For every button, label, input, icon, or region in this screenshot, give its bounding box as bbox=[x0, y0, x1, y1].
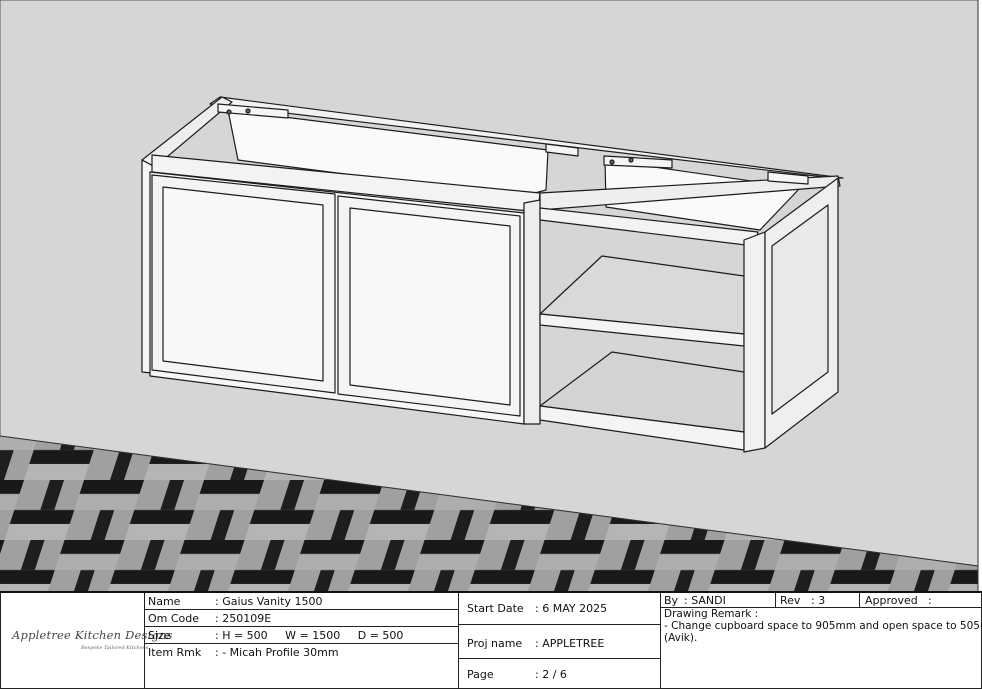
size-value: : H = 500 W = 1500 D = 500 bbox=[215, 629, 404, 642]
item-rmk-label: Item Rmk bbox=[148, 646, 202, 659]
row-item-rmk: Item Rmk : - Micah Profile 30mm bbox=[145, 644, 459, 688]
name-label: Name bbox=[148, 595, 181, 608]
page-label: Page bbox=[467, 668, 494, 681]
screw bbox=[628, 157, 634, 163]
start-date-value: : 6 MAY 2025 bbox=[535, 602, 608, 615]
approved-cell: Approved : bbox=[860, 593, 981, 608]
rev-cell: Rev : 3 bbox=[776, 593, 860, 608]
row-start-date: Start Date : 6 MAY 2025 bbox=[459, 593, 661, 625]
by-cell: By : SANDI bbox=[661, 593, 776, 608]
approved-label: Approved bbox=[865, 594, 918, 607]
page-value: : 2 / 6 bbox=[535, 668, 567, 681]
drawing-remark-line1: - Change cupboard space to 905mm and ope… bbox=[664, 620, 982, 632]
size-label: Size bbox=[148, 629, 171, 642]
proj-name-value: : APPLETREE bbox=[535, 637, 605, 650]
logo-cell: Appletree Kitchen Designs Bespoke Tailor… bbox=[1, 593, 173, 688]
drawing-sheet: Appletree Kitchen Designs Bespoke Tailor… bbox=[0, 0, 982, 689]
cabinet-render bbox=[0, 0, 979, 591]
screw bbox=[226, 109, 232, 115]
row-name: Name : Gaius Vanity 1500 bbox=[145, 593, 459, 610]
project-fields: Start Date : 6 MAY 2025 Proj name : APPL… bbox=[459, 593, 661, 688]
rev-value: : 3 bbox=[811, 594, 826, 607]
proj-name-label: Proj name bbox=[467, 637, 523, 650]
om-code-value: : 250109E bbox=[215, 612, 272, 625]
row-proj-name: Proj name : APPLETREE bbox=[459, 625, 661, 659]
drawing-remark-label: Drawing Remark : bbox=[664, 608, 759, 620]
om-code-label: Om Code bbox=[148, 612, 200, 625]
right-door-panel bbox=[349, 207, 511, 406]
row-approvals: By : SANDI Rev : 3 Approved : bbox=[661, 593, 981, 608]
left-door-panel bbox=[162, 186, 324, 382]
screw bbox=[245, 108, 251, 114]
title-block: Appletree Kitchen Designs Bespoke Tailor… bbox=[0, 591, 982, 689]
by-value: : SANDI bbox=[684, 594, 726, 607]
drawing-remark-line2: (Avik). bbox=[664, 632, 698, 644]
approval-fields: By : SANDI Rev : 3 Approved : Drawing Re… bbox=[661, 593, 982, 688]
rev-label: Rev bbox=[780, 594, 801, 607]
item-fields: Name : Gaius Vanity 1500 Om Code : 25010… bbox=[145, 593, 459, 688]
item-rmk-value: : - Micah Profile 30mm bbox=[215, 646, 339, 659]
row-size: Size : H = 500 W = 1500 D = 500 bbox=[145, 627, 459, 644]
row-om-code: Om Code : 250109E bbox=[145, 610, 459, 627]
row-page: Page : 2 / 6 bbox=[459, 659, 661, 688]
start-date-label: Start Date bbox=[467, 602, 524, 615]
logo-tagline: Bespoke Tailored Kitchens bbox=[81, 645, 149, 651]
right-end-front bbox=[743, 231, 766, 453]
center-divider bbox=[523, 199, 541, 425]
approved-value: : bbox=[928, 594, 932, 607]
screw bbox=[609, 159, 615, 165]
by-label: By bbox=[664, 594, 679, 607]
name-value: : Gaius Vanity 1500 bbox=[215, 595, 323, 608]
